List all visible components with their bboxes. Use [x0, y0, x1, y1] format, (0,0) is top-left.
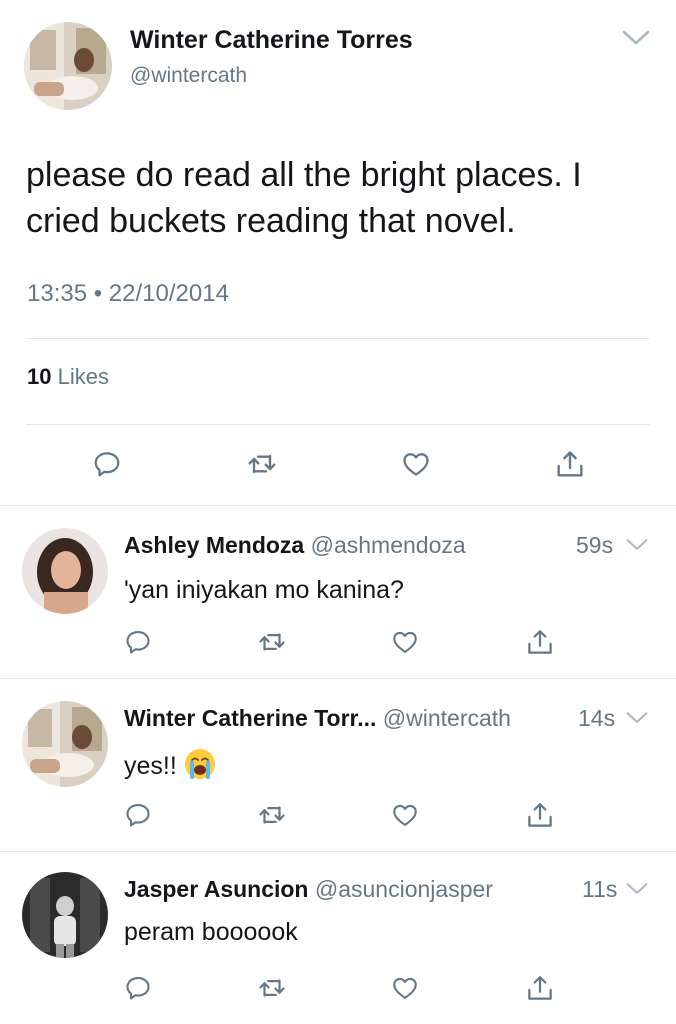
retweet-button[interactable]	[256, 626, 288, 658]
main-tweet: Winter Catherine Torres @wintercath plea…	[0, 0, 676, 506]
author-handle: @asuncionjasper	[314, 876, 493, 902]
share-button[interactable]	[524, 626, 556, 658]
reply-icon	[124, 801, 152, 829]
share-button[interactable]	[524, 799, 556, 831]
share-button[interactable]	[524, 972, 556, 1004]
retweet-button[interactable]	[256, 799, 288, 831]
like-button[interactable]	[400, 448, 432, 480]
reply-button[interactable]	[91, 448, 123, 480]
author-name[interactable]: Winter Catherine Torres	[130, 26, 413, 55]
divider	[26, 338, 650, 339]
reply-time: 14s	[578, 705, 616, 731]
like-button[interactable]	[389, 799, 421, 831]
tweet-timestamp: 13:35 • 22/10/2014	[27, 280, 229, 307]
like-button[interactable]	[389, 972, 421, 1004]
reply-time: 11s	[582, 876, 618, 902]
share-button[interactable]	[554, 448, 586, 480]
retweet-button[interactable]	[256, 972, 288, 1004]
reply-tweet[interactable]: Jasper Asuncion @asuncionjasper 11s pera…	[0, 852, 676, 1024]
reply-time: 59s	[576, 532, 614, 558]
reply-button[interactable]	[122, 799, 154, 831]
reply-author[interactable]: Winter Catherine Torr... @wintercath	[124, 705, 511, 732]
author-handle: @wintercath	[382, 705, 511, 731]
likes-number: 10	[27, 364, 52, 389]
like-icon	[401, 449, 431, 479]
author-name: Winter Catherine Torr...	[124, 705, 377, 731]
avatar[interactable]	[22, 528, 108, 614]
avatar[interactable]	[22, 872, 108, 958]
like-icon	[391, 628, 419, 656]
reply-text-row: yes!!	[124, 747, 217, 788]
reply-icon	[124, 628, 152, 656]
reply-text: yes!!	[124, 752, 177, 781]
loudly-crying-face-icon	[183, 747, 217, 788]
like-icon	[391, 801, 419, 829]
share-icon	[525, 973, 555, 1003]
share-icon	[525, 800, 555, 830]
reply-text: 'yan iniyakan mo kanina?	[124, 576, 404, 604]
likes-label: Likes	[57, 364, 109, 389]
reply-author[interactable]: Jasper Asuncion @asuncionjasper	[124, 876, 493, 903]
reply-text: peram boooook	[124, 918, 298, 946]
likes-count[interactable]: 10 Likes	[27, 364, 109, 390]
retweet-icon	[246, 448, 278, 480]
reply-icon	[92, 449, 122, 479]
avatar[interactable]	[22, 701, 108, 787]
like-button[interactable]	[389, 626, 421, 658]
reply-tweet[interactable]: Ashley Mendoza @ashmendoza 59s 'yan iniy…	[0, 506, 676, 678]
chevron-down-icon[interactable]	[626, 538, 648, 552]
reply-icon	[124, 974, 152, 1002]
retweet-icon	[257, 627, 287, 657]
retweet-icon	[257, 973, 287, 1003]
retweet-icon	[257, 800, 287, 830]
reply-button[interactable]	[122, 626, 154, 658]
share-icon	[525, 627, 555, 657]
share-icon	[554, 448, 586, 480]
retweet-button[interactable]	[246, 448, 278, 480]
author-handle[interactable]: @wintercath	[130, 64, 247, 88]
divider	[26, 424, 650, 425]
author-handle: @ashmendoza	[310, 532, 466, 558]
chevron-down-icon[interactable]	[622, 30, 650, 46]
author-name: Ashley Mendoza	[124, 532, 305, 558]
chevron-down-icon[interactable]	[626, 711, 648, 725]
chevron-down-icon[interactable]	[626, 882, 648, 896]
author-name: Jasper Asuncion	[124, 876, 309, 902]
reply-tweet[interactable]: Winter Catherine Torr... @wintercath 14s…	[0, 679, 676, 851]
like-icon	[391, 974, 419, 1002]
avatar[interactable]	[24, 22, 112, 110]
reply-author[interactable]: Ashley Mendoza @ashmendoza	[124, 532, 466, 559]
reply-button[interactable]	[122, 972, 154, 1004]
tweet-text: please do read all the bright places. I …	[26, 156, 582, 240]
